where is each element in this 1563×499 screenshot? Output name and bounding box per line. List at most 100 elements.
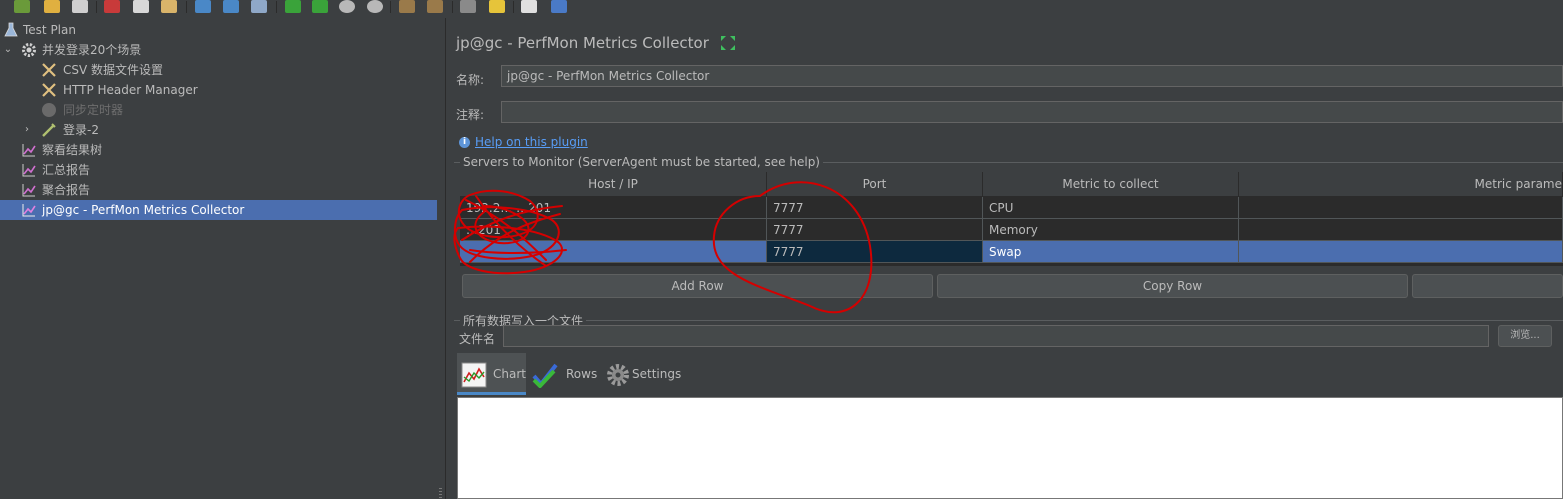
tree-item-login-sampler[interactable]: › 登录-2	[0, 120, 437, 140]
graph-icon	[22, 204, 36, 217]
help-link[interactable]: Help on this plugin	[475, 135, 588, 149]
toolbar	[0, 0, 1563, 17]
expand-icon[interactable]	[195, 0, 211, 13]
toolbar-separator	[186, 1, 187, 13]
chevron-right-icon[interactable]: ›	[22, 120, 32, 140]
cut-icon[interactable]	[104, 0, 120, 13]
new-icon[interactable]	[14, 0, 30, 13]
filename-field[interactable]	[503, 325, 1489, 347]
graph-icon	[22, 184, 36, 197]
host-cell[interactable]: 192.2… …201	[460, 197, 767, 219]
comment-label: 注释:	[456, 108, 485, 122]
host-cell[interactable]	[460, 241, 767, 263]
delete-row-button[interactable]	[1412, 274, 1563, 298]
toolbar-separator	[96, 1, 97, 13]
port-cell[interactable]: 7777	[767, 219, 983, 241]
table-row-selected[interactable]: 7777 Swap	[460, 241, 1563, 263]
splitter-grip[interactable]	[439, 488, 442, 498]
column-header-metric-param[interactable]: Metric parame	[1239, 172, 1563, 197]
tree-item-view-results-tree[interactable]: 察看结果树	[0, 140, 437, 160]
tree-item-summary-report[interactable]: 汇总报告	[0, 160, 437, 180]
wrench-icon	[42, 63, 56, 77]
tree-item-perfmon-collector[interactable]: jp@gc - PerfMon Metrics Collector	[0, 200, 437, 220]
page-title: jp@gc - PerfMon Metrics Collector	[456, 34, 709, 52]
metric-cell[interactable]: CPU	[983, 197, 1239, 219]
gear-icon	[607, 364, 629, 386]
binoculars-icon[interactable]	[460, 0, 476, 13]
comment-field[interactable]	[501, 101, 1563, 123]
column-header-metric[interactable]: Metric to collect	[983, 172, 1239, 197]
save-icon[interactable]	[72, 0, 88, 13]
port-cell[interactable]: 7777	[767, 197, 983, 219]
metric-cell[interactable]: Memory	[983, 219, 1239, 241]
tree-item-http-header-manager[interactable]: HTTP Header Manager	[0, 80, 437, 100]
paste-icon[interactable]	[161, 0, 177, 13]
tree-item-label: Test Plan	[23, 23, 76, 37]
shutdown-icon[interactable]	[367, 0, 383, 13]
chart-icon	[461, 362, 487, 388]
metric-param-cell[interactable]	[1239, 219, 1563, 241]
tree-item-label: 并发登录20个场景	[42, 43, 142, 57]
broom-icon[interactable]	[399, 0, 415, 13]
name-field[interactable]: jp@gc - PerfMon Metrics Collector	[501, 65, 1563, 87]
checkmark-icon	[532, 363, 558, 388]
tab-label: Rows	[566, 367, 598, 381]
file-group-border	[454, 320, 1563, 321]
column-header-host[interactable]: Host / IP	[460, 172, 767, 197]
chevron-down-icon[interactable]: ⌄	[3, 40, 13, 60]
tree-item-label: 汇总报告	[42, 163, 91, 177]
metric-cell[interactable]: Swap	[983, 241, 1239, 263]
tree-item-sync-timer[interactable]: 同步定时器	[0, 100, 437, 120]
collapse-icon[interactable]	[223, 0, 239, 13]
pane-splitter[interactable]	[437, 18, 446, 499]
column-header-port[interactable]: Port	[767, 172, 983, 197]
chart-canvas[interactable]	[457, 397, 1563, 499]
reset-search-icon[interactable]	[489, 0, 505, 13]
host-cell[interactable]: …201	[460, 219, 767, 241]
servers-table[interactable]: Host / IP Port Metric to collect Metric …	[460, 172, 1563, 266]
servers-group-title: Servers to Monitor (ServerAgent must be …	[460, 155, 823, 169]
tree-item-csv-config[interactable]: CSV 数据文件设置	[0, 60, 437, 80]
tree-item-label: CSV 数据文件设置	[63, 63, 164, 77]
port-cell[interactable]: 7777	[767, 241, 983, 263]
tree-item-test-plan[interactable]: Test Plan	[0, 20, 437, 40]
tree-item-label: 同步定时器	[63, 103, 124, 117]
toolbar-separator	[390, 1, 391, 13]
name-label: 名称:	[456, 73, 485, 87]
wrench-icon	[42, 83, 56, 97]
info-icon: i	[459, 137, 470, 148]
start-no-pause-icon[interactable]	[312, 0, 328, 13]
tab-chart[interactable]: Chart	[457, 353, 526, 395]
tree-item-aggregate-report[interactable]: 聚合报告	[0, 180, 437, 200]
function-helper-icon[interactable]	[521, 0, 537, 13]
tab-settings[interactable]: Settings	[601, 353, 681, 395]
tree-item-label: HTTP Header Manager	[63, 83, 198, 97]
filename-label: 文件名	[459, 332, 496, 346]
copy-icon[interactable]	[133, 0, 149, 13]
tree-item-thread-group[interactable]: ⌄ 并发登录20个场景	[0, 40, 437, 60]
table-row[interactable]: 192.2… …201 7777 CPU	[460, 197, 1563, 219]
maximize-icon[interactable]	[720, 35, 736, 51]
graph-icon	[22, 144, 36, 157]
tab-rows[interactable]: Rows	[528, 353, 598, 395]
start-icon[interactable]	[285, 0, 301, 13]
copy-row-button[interactable]: Copy Row	[937, 274, 1408, 298]
tree-item-label: 聚合报告	[42, 183, 91, 197]
broom-all-icon[interactable]	[427, 0, 443, 13]
metric-param-cell[interactable]	[1239, 197, 1563, 219]
timer-icon	[42, 103, 56, 117]
gear-icon	[22, 43, 36, 57]
browse-button[interactable]: 浏览...	[1498, 325, 1552, 347]
help-icon[interactable]	[551, 0, 567, 13]
add-row-button[interactable]: Add Row	[462, 274, 933, 298]
tab-label: Settings	[632, 367, 682, 381]
perfmon-panel: jp@gc - PerfMon Metrics Collector 名称: jp…	[446, 18, 1563, 499]
open-icon[interactable]	[44, 0, 60, 13]
toolbar-separator	[452, 1, 453, 13]
toggle-icon[interactable]	[251, 0, 267, 13]
toolbar-separator	[513, 1, 514, 13]
table-row[interactable]: …201 7777 Memory	[460, 219, 1563, 241]
stop-icon[interactable]	[339, 0, 355, 13]
metric-param-cell[interactable]	[1239, 241, 1563, 263]
toolbar-separator	[276, 1, 277, 13]
